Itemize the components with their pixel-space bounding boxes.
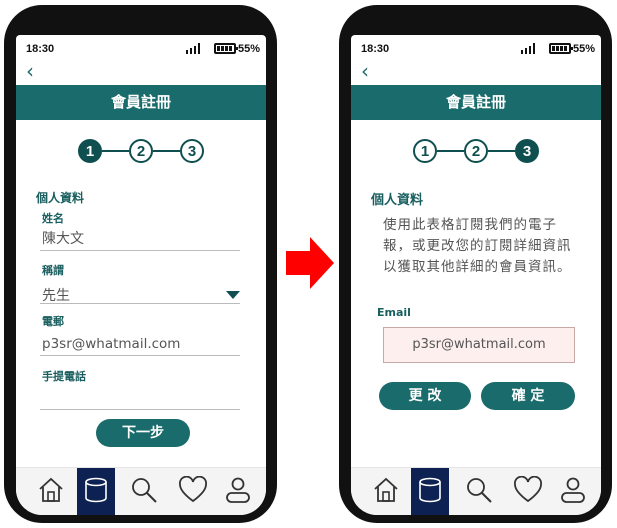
nav-home[interactable] [32, 468, 70, 515]
heart-icon [514, 476, 542, 503]
status-time: 18:30 [361, 43, 390, 55]
nav-profile[interactable] [553, 468, 591, 515]
battery-percent: 55% [572, 43, 595, 55]
signal-icon [521, 43, 535, 54]
step-1: 1 [413, 139, 437, 163]
email-label: Email [377, 306, 411, 319]
email-field[interactable]: p3sr@whatmail.com [383, 327, 575, 363]
email-label: 電郵 [42, 315, 64, 328]
name-underline [40, 250, 240, 251]
nav-home[interactable] [367, 468, 405, 515]
step-2: 2 [464, 139, 488, 163]
mobile-field[interactable] [40, 409, 240, 410]
name-field[interactable]: 陳大文 [42, 228, 84, 248]
bottom-nav [351, 467, 601, 515]
home-icon [374, 477, 398, 502]
change-button[interactable]: 更 改 [379, 382, 471, 410]
screen: 18:30 55% ‹ 會員註冊 1 2 3 個人資料 使用此表格訂閱我們的電子… [351, 35, 601, 515]
nav-database[interactable] [411, 468, 449, 515]
phone-registration-step-1: 18:30 55% ‹ 會員註冊 1 2 3 個人資料 姓名 陳大文 稱謂 先生… [4, 5, 277, 523]
heart-icon [179, 476, 207, 503]
name-label: 姓名 [42, 212, 64, 225]
nav-favorites[interactable] [172, 468, 210, 515]
step-3: 3 [180, 139, 204, 163]
mobile-label: 手提電話 [42, 370, 86, 383]
section-title: 個人資料 [36, 191, 85, 205]
next-button[interactable]: 下一步 [96, 419, 190, 447]
nav-search[interactable] [459, 468, 497, 515]
database-icon [85, 477, 107, 503]
screen: 18:30 55% ‹ 會員註冊 1 2 3 個人資料 姓名 陳大文 稱謂 先生… [16, 35, 266, 515]
battery-icon [549, 43, 573, 54]
search-icon [132, 478, 157, 503]
battery-percent: 55% [237, 43, 260, 55]
step-indicator: 1 2 3 [16, 139, 266, 167]
phone-registration-step-3: 18:30 55% ‹ 會員註冊 1 2 3 個人資料 使用此表格訂閱我們的電子… [339, 5, 612, 523]
step-2: 2 [129, 139, 153, 163]
battery-icon [214, 43, 238, 54]
arrow-right-icon [286, 237, 334, 289]
back-chevron-icon[interactable]: ‹ [361, 61, 369, 81]
status-bar: 18:30 55% [351, 35, 601, 61]
chevron-down-icon[interactable] [226, 291, 240, 299]
nav-favorites[interactable] [507, 468, 545, 515]
nav-search[interactable] [124, 468, 162, 515]
status-bar: 18:30 55% [16, 35, 266, 61]
step-indicator: 1 2 3 [351, 139, 601, 167]
page-title: 會員註冊 [16, 85, 266, 120]
section-title: 個人資料 [371, 193, 424, 208]
user-icon [226, 477, 250, 503]
salutation-select[interactable]: 先生 [42, 285, 70, 305]
subscription-description: 使用此表格訂閱我們的電子報，或更改您的訂閱詳細資訊以獲取其他詳細的會員資訊。 [383, 217, 572, 275]
search-icon [467, 478, 492, 503]
database-icon [419, 477, 441, 503]
home-icon [39, 477, 63, 502]
page-title: 會員註冊 [351, 85, 601, 120]
stage: 18:30 55% ‹ 會員註冊 1 2 3 個人資料 姓名 陳大文 稱謂 先生… [0, 0, 617, 528]
email-underline [40, 355, 240, 356]
user-icon [561, 477, 585, 503]
step-1: 1 [78, 139, 102, 163]
step-3: 3 [515, 139, 539, 163]
back-chevron-icon[interactable]: ‹ [26, 61, 34, 81]
confirm-button[interactable]: 確 定 [481, 382, 575, 410]
nav-database[interactable] [77, 468, 115, 515]
nav-profile[interactable] [218, 468, 256, 515]
salutation-label: 稱謂 [42, 264, 64, 277]
status-time: 18:30 [26, 43, 55, 55]
email-field[interactable]: p3sr@whatmail.com [42, 336, 180, 352]
signal-icon [186, 43, 200, 54]
salutation-underline [40, 303, 240, 304]
bottom-nav [16, 467, 266, 515]
